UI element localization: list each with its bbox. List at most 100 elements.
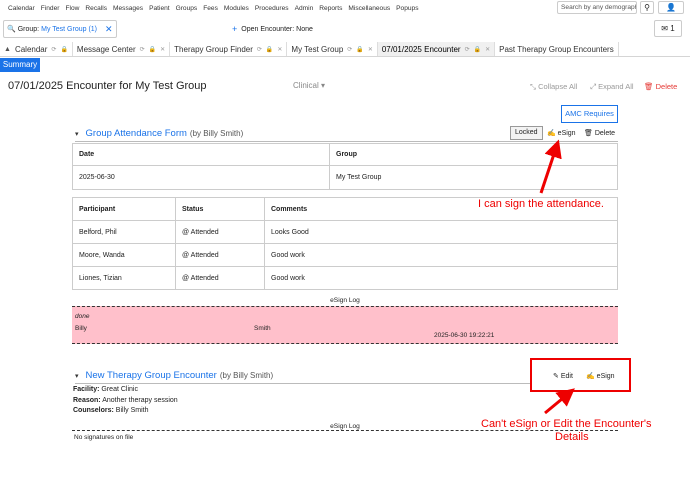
close-icon[interactable]: ✕ — [368, 46, 373, 53]
date-cell: 2025-06-30 — [72, 165, 330, 190]
group-cell: My Test Group — [329, 165, 618, 190]
attendance-summary-table: Date Group 2025-06-30 My Test Group — [72, 143, 618, 190]
tab-label: Message Center — [76, 44, 136, 54]
lock-icon[interactable]: 🔒 — [266, 46, 273, 53]
menu-modules[interactable]: Modules — [224, 5, 249, 12]
search-button[interactable]: ⚲ — [640, 1, 654, 14]
tab-therapy-group-finder[interactable]: Therapy Group Finder ⟳ 🔒 ✕ — [170, 42, 288, 56]
attendance-form-author: (by Billy Smith) — [189, 129, 244, 138]
menu-groups[interactable]: Groups — [176, 5, 198, 12]
lock-icon[interactable]: 🔒 — [149, 46, 156, 53]
add-encounter-icon[interactable]: + — [232, 24, 237, 34]
collapse-all-button[interactable]: ⤡ Collapse All — [530, 82, 577, 92]
lock-icon[interactable]: 🔒 — [474, 46, 481, 53]
menu-flow[interactable]: Flow — [65, 5, 79, 12]
delete-encounter-button[interactable]: 🗑 Delete — [644, 82, 677, 91]
table-row: Moore, Wanda @ Attended Good work — [72, 243, 618, 267]
chevron-up-icon[interactable]: ▲ — [4, 46, 11, 53]
menu-fees[interactable]: Fees — [203, 5, 218, 12]
trash-icon: 🗑 — [644, 82, 654, 91]
therapy-encounter-header: ▾ New Therapy Group Encounter (by Billy … — [75, 370, 273, 381]
tab-encounter[interactable]: 07/01/2025 Encounter ⟳ 🔒 ✕ — [377, 42, 496, 56]
close-icon[interactable]: ✕ — [485, 46, 490, 53]
delete-encounter-label: Delete — [655, 82, 678, 91]
refresh-icon[interactable]: ⟳ — [347, 46, 352, 53]
annotation-highlight-box — [530, 358, 631, 392]
search-icon: ⚲ — [644, 3, 650, 12]
delete-label: Delete — [594, 130, 616, 137]
tab-past-encounters[interactable]: Past Therapy Group Encounters — [495, 42, 619, 56]
tab-label: Therapy Group Finder — [174, 44, 253, 54]
table-row: 2025-06-30 My Test Group — [72, 165, 618, 190]
messages-button[interactable]: ✉ 1 — [654, 20, 682, 37]
tab-label: My Test Group — [291, 44, 344, 54]
refresh-icon[interactable]: ⟳ — [140, 46, 145, 53]
tab-label: Calendar — [14, 44, 48, 54]
menu-reports[interactable]: Reports — [319, 5, 342, 12]
group-name-link[interactable]: My Test Group (1) — [41, 26, 97, 33]
esign-label: eSign — [557, 130, 576, 137]
messages-count: 1 — [670, 24, 675, 33]
menu-patient[interactable]: Patient — [149, 5, 170, 12]
category-value: Clinical — [293, 81, 319, 90]
summary-button[interactable]: Summary — [0, 58, 40, 72]
close-icon[interactable]: ✕ — [105, 24, 113, 35]
menu-recalls[interactable]: Recalls — [85, 5, 107, 12]
participant-cell: Moore, Wanda — [72, 243, 176, 267]
amc-requires-button[interactable]: AMC Requires — [561, 105, 618, 123]
facility-row: Facility: Great Clinic — [73, 386, 138, 393]
counselors-row: Counselors: Billy Smith — [73, 407, 148, 414]
tab-message-center[interactable]: Message Center ⟳ 🔒 ✕ — [73, 42, 171, 56]
locked-badge: Locked — [510, 126, 543, 140]
chevron-down-icon[interactable]: ▾ — [75, 372, 79, 380]
user-menu-button[interactable]: 👤 — [658, 1, 684, 14]
menu-messages[interactable]: Messages — [113, 5, 143, 12]
refresh-icon[interactable]: ⟳ — [51, 46, 56, 53]
attendance-form-title[interactable]: Group Attendance Form — [86, 128, 187, 139]
attendance-delete-button[interactable]: 🗑 Delete — [584, 129, 615, 137]
patient-search-input[interactable]: Search by any demographics — [557, 1, 637, 14]
group-selector[interactable]: 🔍 Group: My Test Group (1) ✕ — [3, 20, 117, 38]
comments-cell: Good work — [264, 266, 618, 290]
signature-icon: ✍ — [547, 130, 556, 137]
close-icon[interactable]: ✕ — [160, 46, 165, 53]
expand-all-label: Expand All — [598, 82, 634, 91]
lock-icon[interactable]: 🔒 — [356, 46, 363, 53]
status-cell: @ Attended — [175, 266, 265, 290]
collapse-icon: ⤡ — [530, 82, 536, 91]
category-dropdown[interactable]: Clinical ▾ — [293, 81, 325, 90]
menu-finder[interactable]: Finder — [41, 5, 60, 12]
chevron-down-icon: ▾ — [321, 81, 326, 90]
annotation-encounter-line1: Can't eSign or Edit the Encounter's — [481, 418, 652, 430]
menu-popups[interactable]: Popups — [396, 5, 418, 12]
refresh-icon[interactable]: ⟳ — [465, 46, 470, 53]
refresh-icon[interactable]: ⟳ — [257, 46, 262, 53]
therapy-encounter-title[interactable]: New Therapy Group Encounter — [86, 370, 217, 381]
lock-icon[interactable]: 🔒 — [60, 46, 67, 53]
signer-last-name: Smith — [254, 325, 271, 332]
menu-admin[interactable]: Admin — [295, 5, 314, 12]
divider — [75, 383, 530, 384]
esign-log: done Billy Smith 2025-06-30 19:22:21 — [72, 306, 618, 344]
status-cell: @ Attended — [175, 243, 265, 267]
menu-calendar[interactable]: Calendar — [8, 5, 35, 12]
tab-calendar[interactable]: ▲ Calendar ⟳ 🔒 — [0, 42, 73, 56]
close-icon[interactable]: ✕ — [277, 46, 282, 53]
menu-miscellaneous[interactable]: Miscellaneous — [348, 5, 390, 12]
expand-all-button[interactable]: ⤢ Expand All — [590, 82, 634, 92]
attendance-esign-button[interactable]: ✍ eSign — [547, 129, 576, 137]
annotation-encounter-line2: Details — [555, 431, 589, 443]
menu-procedures[interactable]: Procedures — [255, 5, 289, 12]
therapy-encounter-author: (by Billy Smith) — [219, 371, 274, 380]
open-encounter: + Open Encounter: None — [232, 24, 313, 34]
tab-my-test-group[interactable]: My Test Group ⟳ 🔒 ✕ — [287, 42, 378, 56]
context-bar: 🔍 Group: My Test Group (1) ✕ + Open Enco… — [0, 18, 690, 40]
user-icon: 👤 — [666, 3, 676, 12]
column-header-status: Status — [175, 197, 265, 221]
page-title: 07/01/2025 Encounter for My Test Group — [8, 80, 207, 92]
search-icon: 🔍 — [7, 26, 16, 33]
chevron-down-icon[interactable]: ▾ — [75, 130, 79, 138]
open-encounter-label: Open Encounter: None — [241, 25, 313, 33]
facility-label: Facility: — [73, 386, 100, 393]
tab-label: 07/01/2025 Encounter — [381, 44, 461, 54]
